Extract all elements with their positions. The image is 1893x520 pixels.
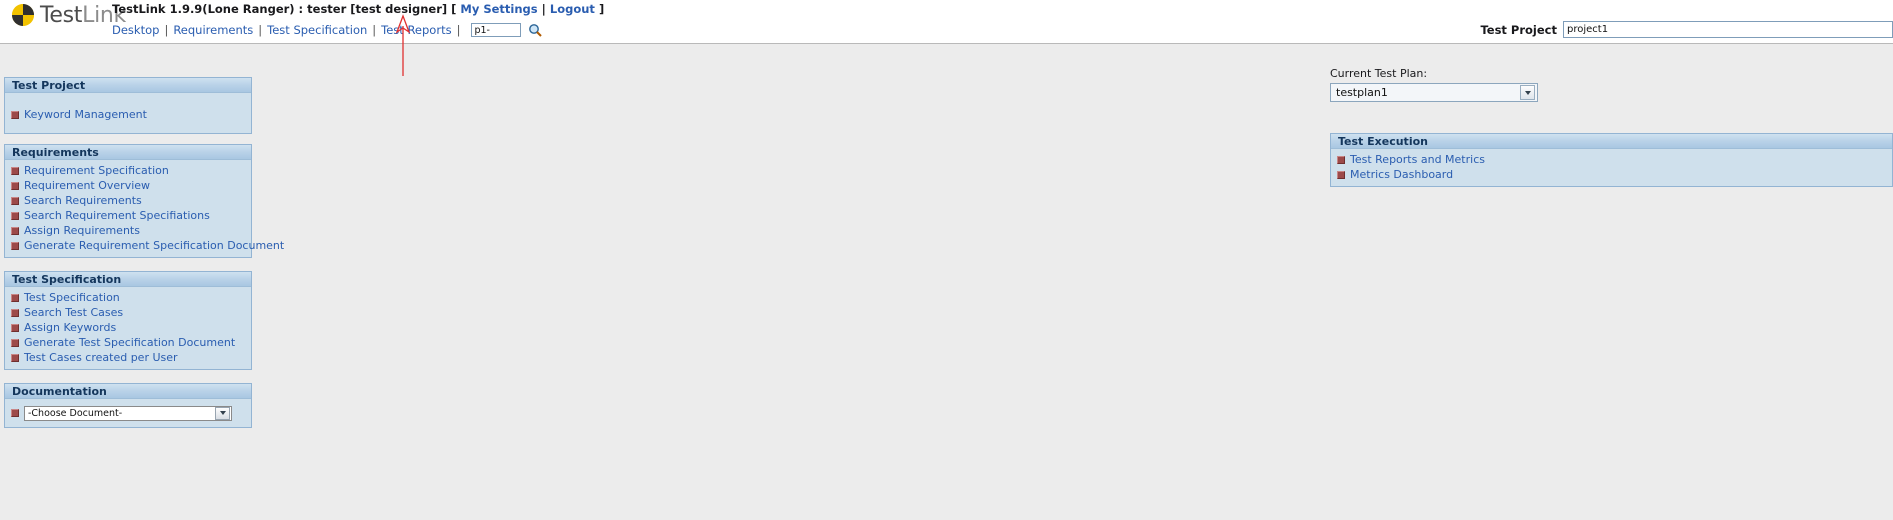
menu-link-label[interactable]: Test Specification [24,291,120,304]
title-close-bracket: ] [598,2,605,16]
choose-document-selected-value: -Choose Document- [28,407,123,419]
menu-link-label[interactable]: Keyword Management [24,108,147,121]
bullet-icon [11,211,19,220]
nav-link-desktop[interactable]: Desktop [112,23,159,37]
panel-title-documentation: Documentation [5,384,251,399]
session-title-line: TestLink 1.9.9(Lone Ranger) : tester [te… [112,2,604,17]
current-test-plan-label: Current Test Plan: [1330,67,1428,80]
panel-body-documentation: -Choose Document- [5,399,251,427]
menu-link-label[interactable]: Assign Requirements [24,224,140,237]
nav-link-requirements[interactable]: Requirements [173,23,253,37]
bullet-icon [11,110,19,119]
menu-item-test-specification[interactable]: Test Specification [5,290,251,305]
current-test-plan-value: testplan1 [1336,86,1388,99]
menu-item-search-requirements[interactable]: Search Requirements [5,193,251,208]
panel-title-test-execution: Test Execution [1331,134,1892,149]
test-project-selected-value: project1 [1567,24,1609,35]
menu-item-test-reports-and-metrics[interactable]: Test Reports and Metrics [1331,152,1892,167]
test-project-label: Test Project [1480,22,1557,37]
menu-item-search-test-cases[interactable]: Search Test Cases [5,305,251,320]
menu-item-assign-keywords[interactable]: Assign Keywords [5,320,251,335]
test-project-select[interactable]: project1 [1563,21,1893,38]
menu-item-test-cases-created-per-user[interactable]: Test Cases created per User [5,350,251,365]
documentation-select-row: -Choose Document- [5,404,251,422]
menu-item-keyword-management[interactable]: Keyword Management [5,107,251,122]
panel-body-requirements: Requirement Specification Requirement Ov… [5,160,284,257]
panel-requirements: Requirements Requirement Specification R… [4,144,284,258]
panel-documentation: Documentation -Choose Document- [4,383,252,428]
menu-item-generate-test-specification-document[interactable]: Generate Test Specification Document [5,335,251,350]
search-input[interactable] [471,23,522,37]
choose-document-select[interactable]: -Choose Document- [24,405,232,421]
title-separator: | [541,2,546,16]
bullet-icon [11,323,19,332]
search-icon[interactable] [528,23,543,37]
panel-body-test-project: Keyword Management [5,93,251,133]
menu-item-generate-requirement-specification-document[interactable]: Generate Requirement Specification Docum… [5,238,284,253]
panel-test-project: Test Project Keyword Management [4,77,252,134]
testlink-logo: TestLink [10,2,126,28]
bullet-icon [1337,155,1345,164]
logout-link[interactable]: Logout [550,2,595,16]
chevron-down-icon[interactable] [215,406,230,420]
panel-body-test-execution: Test Reports and Metrics Metrics Dashboa… [1331,149,1892,186]
bullet-icon [11,181,19,190]
nav-link-test-specification[interactable]: Test Specification [267,23,367,37]
menu-link-label[interactable]: Requirement Specification [24,164,169,177]
bullet-icon [11,196,19,205]
bullet-icon [11,241,19,250]
menu-link-label[interactable]: Test Cases created per User [24,351,178,364]
bullet-icon [11,409,19,417]
menu-item-search-requirement-specifications[interactable]: Search Requirement Specifiations [5,208,251,223]
nav-link-test-reports[interactable]: Test Reports [381,23,451,37]
menu-link-label[interactable]: Test Reports and Metrics [1350,153,1485,166]
panel-body-test-specification: Test Specification Search Test Cases Ass… [5,287,251,369]
nav-separator: | [372,23,377,37]
bullet-icon [11,166,19,175]
menu-link-label[interactable]: Requirement Overview [24,179,150,192]
menu-link-label[interactable]: Assign Keywords [24,321,116,334]
top-header-bar: TestLink TestLink 1.9.9(Lone Ranger) : t… [0,0,1893,44]
nav-separator: | [456,23,461,37]
panel-title-test-project: Test Project [5,78,251,93]
bullet-icon [11,293,19,302]
menu-link-label[interactable]: Search Requirement Specifiations [24,209,210,222]
menu-link-label[interactable]: Generate Requirement Specification Docum… [24,239,284,252]
bullet-icon [11,338,19,347]
panel-title-test-specification: Test Specification [5,272,251,287]
menu-item-requirement-overview[interactable]: Requirement Overview [5,178,251,193]
main-navigation: Desktop | Requirements | Test Specificat… [112,21,543,39]
panel-test-execution: Test Execution Test Reports and Metrics … [1330,133,1893,187]
menu-link-label[interactable]: Metrics Dashboard [1350,168,1453,181]
my-settings-link[interactable]: My Settings [460,2,537,16]
bullet-icon [1337,170,1345,179]
bullet-icon [11,308,19,317]
testlink-logo-icon [12,4,34,26]
menu-link-label[interactable]: Generate Test Specification Document [24,336,235,349]
test-project-selector-group: Test Project project1 [1480,21,1893,38]
bullet-icon [11,226,19,235]
logo-text-primary: Test [40,2,83,28]
menu-item-requirement-specification[interactable]: Requirement Specification [5,163,251,178]
panel-title-requirements: Requirements [5,145,251,160]
menu-link-label[interactable]: Search Requirements [24,194,142,207]
panel-test-specification: Test Specification Test Specification Se… [4,271,252,370]
menu-link-label[interactable]: Search Test Cases [24,306,123,319]
current-test-plan-select[interactable]: testplan1 [1330,83,1538,102]
nav-separator: | [164,23,169,37]
nav-separator: | [258,23,263,37]
menu-item-metrics-dashboard[interactable]: Metrics Dashboard [1331,167,1892,182]
menu-item-assign-requirements[interactable]: Assign Requirements [5,223,251,238]
bullet-icon [11,353,19,362]
app-version-user-text: TestLink 1.9.9(Lone Ranger) : tester [te… [112,2,457,16]
chevron-down-icon[interactable] [1520,85,1535,100]
